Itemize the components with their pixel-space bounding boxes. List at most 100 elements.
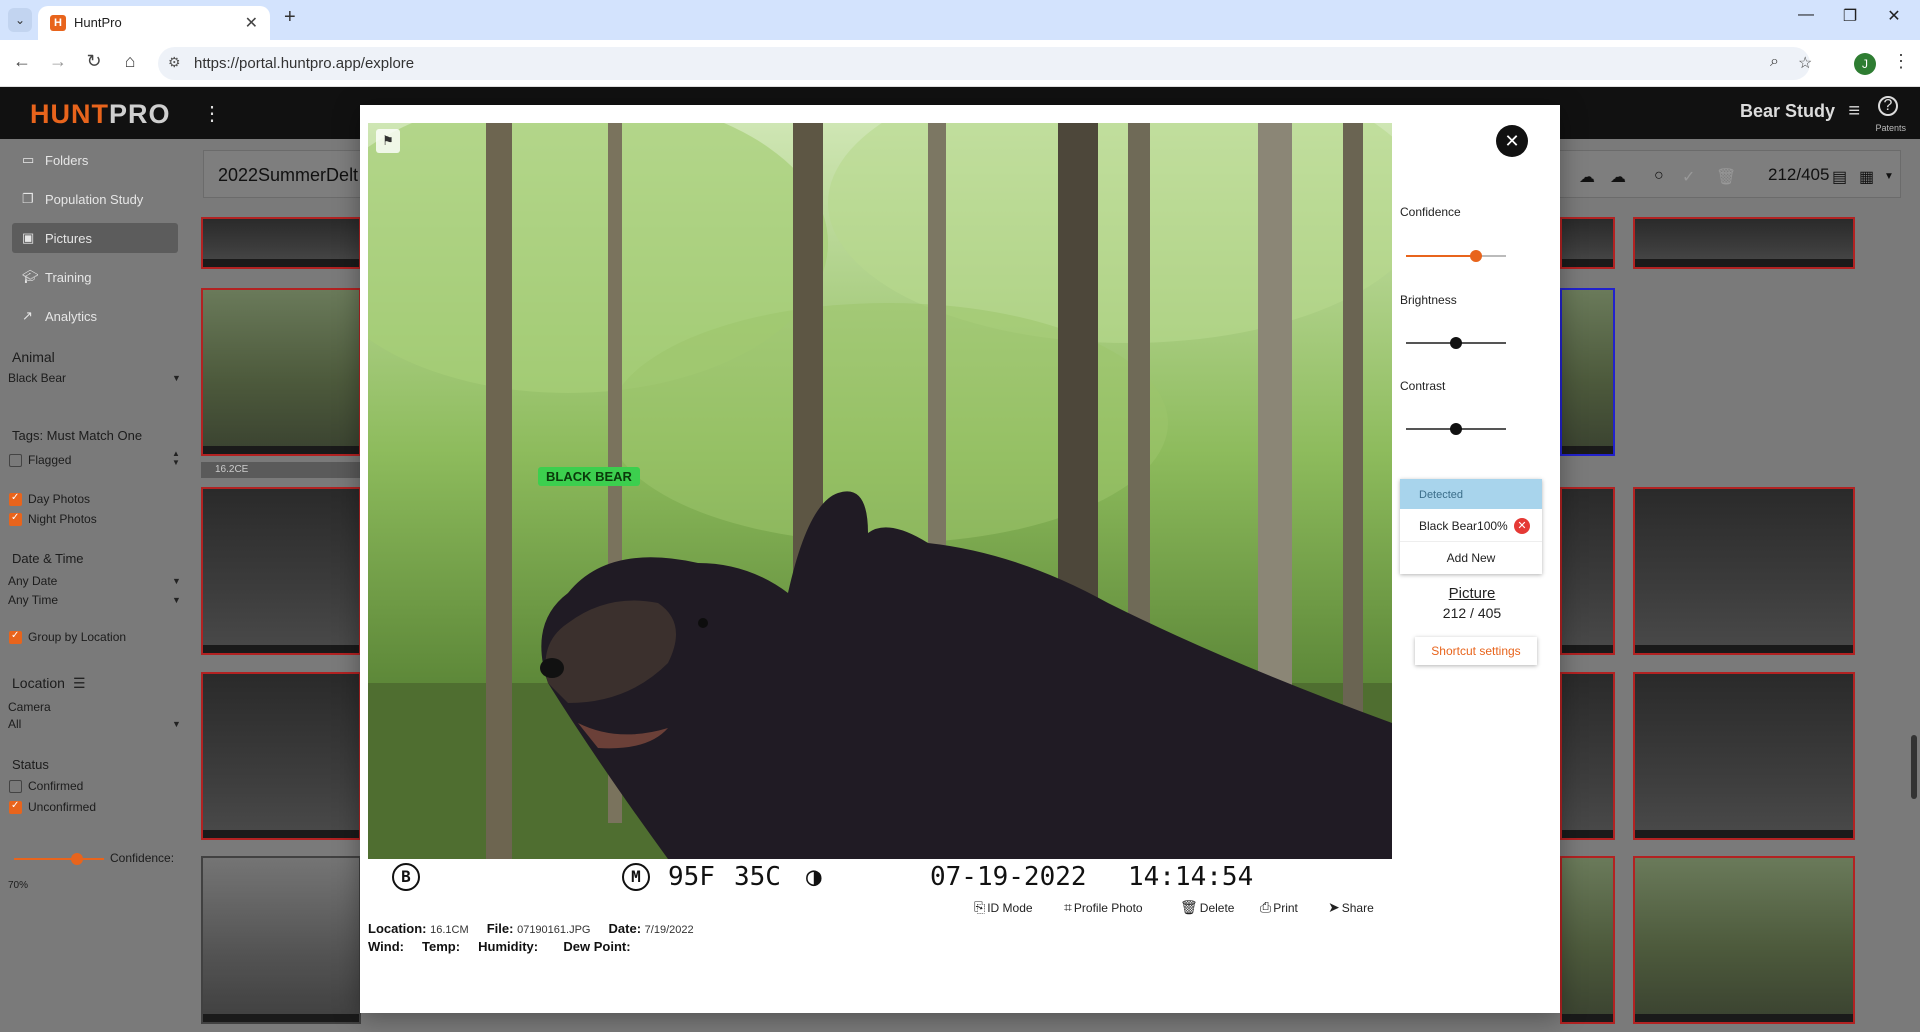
confidence-control-knob[interactable] (1470, 250, 1482, 262)
url-text[interactable]: https://portal.huntpro.app/explore (194, 55, 414, 72)
time-dropdown-icon[interactable]: ▼ (172, 595, 181, 605)
flagged-checkbox[interactable] (9, 454, 22, 467)
site-info-icon[interactable]: ⚙ (168, 54, 181, 71)
restore-icon[interactable]: ❐ (1830, 6, 1870, 26)
camera-dropdown-icon[interactable]: ▼ (172, 719, 181, 729)
id-mode-button[interactable]: ⎘ ID Mode (974, 899, 1033, 916)
picture-link[interactable]: Picture (1400, 585, 1544, 602)
tab-title: HuntPro (74, 15, 122, 30)
confidence-control-slider[interactable] (1406, 250, 1506, 262)
minimize-icon[interactable]: — (1786, 6, 1826, 24)
night-photos-checkbox[interactable] (9, 512, 22, 526)
share-button[interactable]: ➤ Share (1328, 899, 1374, 916)
day-photos-label: Day Photos (28, 492, 91, 506)
huntpro-logo[interactable]: HUNTPRO (30, 99, 171, 130)
forward-icon[interactable]: → (46, 51, 70, 72)
contrast-slider[interactable] (1406, 423, 1506, 435)
thumbnail[interactable] (201, 487, 361, 655)
home-icon[interactable]: ⌂ (118, 51, 142, 72)
tags-sort-icon[interactable]: ▲ ▼ (172, 449, 180, 467)
thumbnail[interactable] (1633, 487, 1855, 655)
sidebar-item-pictures[interactable]: ▣ Pictures (12, 223, 178, 253)
check-icon[interactable]: ✓ (1682, 167, 1695, 187)
browser-tab[interactable]: H HuntPro ✕ (38, 6, 270, 40)
close-modal-button[interactable]: ✕ (1496, 125, 1528, 157)
browser-menu-icon[interactable]: ⋮ (1892, 51, 1910, 72)
date-select[interactable]: Any Date (8, 574, 57, 588)
sidebar-item-analytics[interactable]: ↗ Analytics (12, 301, 178, 331)
app-menu-icon[interactable]: ⋮ (202, 101, 222, 126)
add-new-button[interactable]: Add New (1400, 542, 1542, 574)
study-menu-icon[interactable]: ≡ (1848, 100, 1860, 123)
delete-button[interactable]: 🗑︎ Delete (1180, 899, 1234, 916)
thumbnail-selected[interactable] (1560, 288, 1615, 456)
reload-icon[interactable]: ↻ (82, 51, 106, 72)
location-filter-icon[interactable]: ☰ (73, 675, 86, 692)
animal-select[interactable]: Black Bear (8, 371, 66, 385)
window-close-icon[interactable]: ✕ (1874, 6, 1914, 26)
grid-view-icon[interactable]: ▦ (1859, 167, 1874, 187)
sidebar-item-training[interactable]: 🎓︎ Training (12, 262, 178, 292)
thumbnail[interactable] (201, 856, 361, 1024)
zoom-icon[interactable]: ⌕ (1770, 53, 1779, 71)
profile-avatar[interactable]: J (1854, 53, 1876, 75)
date-dropdown-icon[interactable]: ▼ (172, 576, 181, 586)
trail-camera-photo[interactable]: ⚑ BLACK BEAR (368, 123, 1392, 859)
thumbnail[interactable] (1560, 672, 1615, 840)
thumbnail[interactable] (201, 217, 361, 269)
tab-close-icon[interactable]: ✕ (245, 13, 258, 33)
thumbnail[interactable] (1633, 217, 1855, 269)
camera-select[interactable]: All (8, 717, 21, 731)
sidebar-item-label: Analytics (45, 309, 98, 324)
bookmark-star-icon[interactable]: ☆ (1798, 53, 1812, 73)
gallery-icon[interactable]: ▤ (1832, 167, 1847, 187)
tab-search-chevron-icon[interactable]: ⌄ (8, 8, 32, 32)
trash-icon[interactable]: 🗑︎ (1716, 167, 1736, 187)
folder-name[interactable]: 2022SummerDelt (218, 165, 358, 186)
time-select[interactable]: Any Time (8, 593, 58, 607)
camera-date: 07-19-2022 (930, 862, 1087, 892)
thumbnail[interactable] (201, 672, 361, 840)
thumbnail[interactable] (1560, 217, 1615, 269)
moon-phase-icon: ◑ (806, 862, 822, 892)
day-photos-checkbox[interactable] (9, 492, 22, 506)
brightness-knob[interactable] (1450, 337, 1462, 349)
brightness-slider[interactable] (1406, 337, 1506, 349)
thumbnail[interactable] (1633, 672, 1855, 840)
confidence-slider-knob[interactable] (71, 853, 83, 865)
thumbnail[interactable] (1633, 856, 1855, 1024)
patents-link[interactable]: Patents (1875, 123, 1906, 133)
shortcut-settings-button[interactable]: Shortcut settings (1415, 637, 1537, 665)
chart-icon: ↗ (22, 308, 33, 323)
thumbnail[interactable] (1560, 856, 1615, 1024)
animal-heading: Animal (12, 349, 55, 365)
profile-photo-button[interactable]: ⌗ Profile Photo (1064, 899, 1143, 916)
action-label: Delete (1199, 901, 1235, 915)
cloud-download-icon[interactable]: ☁ (1610, 167, 1626, 187)
address-bar: ← → ↻ ⌂ ⚙ https://portal.huntpro.app/exp… (0, 40, 1920, 87)
page-scrollbar[interactable] (1911, 735, 1917, 799)
confidence-slider[interactable] (14, 853, 104, 865)
cloud-upload-icon[interactable]: ☁ (1579, 167, 1595, 187)
unconfirmed-checkbox[interactable] (9, 800, 22, 814)
select-circle-icon[interactable]: ○ (1654, 167, 1664, 185)
sidebar-item-folders[interactable]: ▭ Folders (12, 145, 178, 175)
new-tab-button[interactable]: + (284, 6, 296, 29)
sidebar-item-population-study[interactable]: ❐ Population Study (12, 184, 178, 214)
group-by-location-checkbox[interactable] (9, 630, 22, 644)
print-button[interactable]: ⎙ Print (1260, 899, 1298, 916)
remove-detection-icon[interactable]: ✕ (1514, 518, 1530, 534)
omnibox[interactable]: ⚙ https://portal.huntpro.app/explore ⌕ ☆ (158, 47, 1812, 80)
thumbnail[interactable] (1560, 487, 1615, 655)
flag-icon[interactable]: ⚑ (376, 129, 400, 153)
location-value: 16.1CM (430, 924, 469, 936)
detection-row[interactable]: Black Bear100% ✕ (1400, 509, 1542, 542)
help-icon[interactable]: ? (1878, 96, 1898, 116)
contrast-knob[interactable] (1450, 423, 1462, 435)
thumbnail[interactable] (201, 288, 361, 456)
study-name[interactable]: Bear Study (1740, 101, 1835, 122)
view-dropdown-icon[interactable]: ▼ (1884, 171, 1894, 182)
back-icon[interactable]: ← (10, 51, 34, 72)
confirmed-checkbox[interactable] (9, 780, 22, 793)
animal-dropdown-icon[interactable]: ▼ (172, 373, 181, 383)
